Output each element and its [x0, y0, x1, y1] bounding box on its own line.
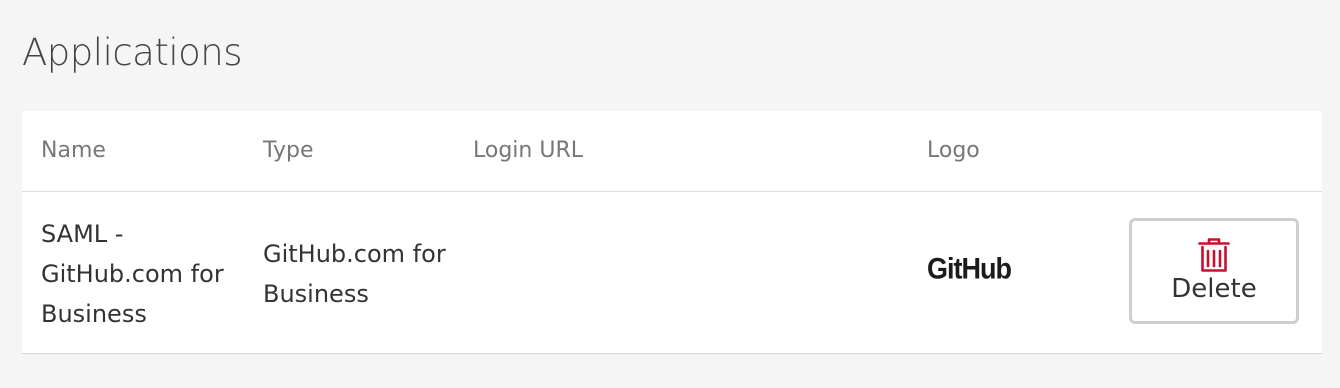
trash-icon	[1198, 238, 1230, 272]
column-header-login-url: Login URL	[473, 138, 583, 163]
delete-button-label: Delete	[1171, 274, 1257, 304]
column-header-logo: Logo	[927, 138, 980, 163]
table-row: SAML - GitHub.com for Business GitHub.co…	[22, 192, 1322, 353]
applications-table: Name Type Login URL Logo SAML - GitHub.c…	[22, 111, 1322, 354]
page-title: Applications	[22, 31, 243, 74]
column-header-name: Name	[41, 138, 106, 163]
github-logo: GitHub	[927, 252, 1012, 285]
application-type: GitHub.com for Business	[263, 240, 446, 308]
column-header-type: Type	[263, 138, 314, 163]
table-header: Name Type Login URL Logo	[22, 111, 1322, 192]
delete-button[interactable]: Delete	[1129, 218, 1299, 324]
application-name: SAML - GitHub.com for Business	[41, 220, 224, 328]
applications-page: Applications Name Type Login URL Logo SA…	[0, 0, 1340, 388]
application-logo: GitHub	[927, 248, 1047, 290]
